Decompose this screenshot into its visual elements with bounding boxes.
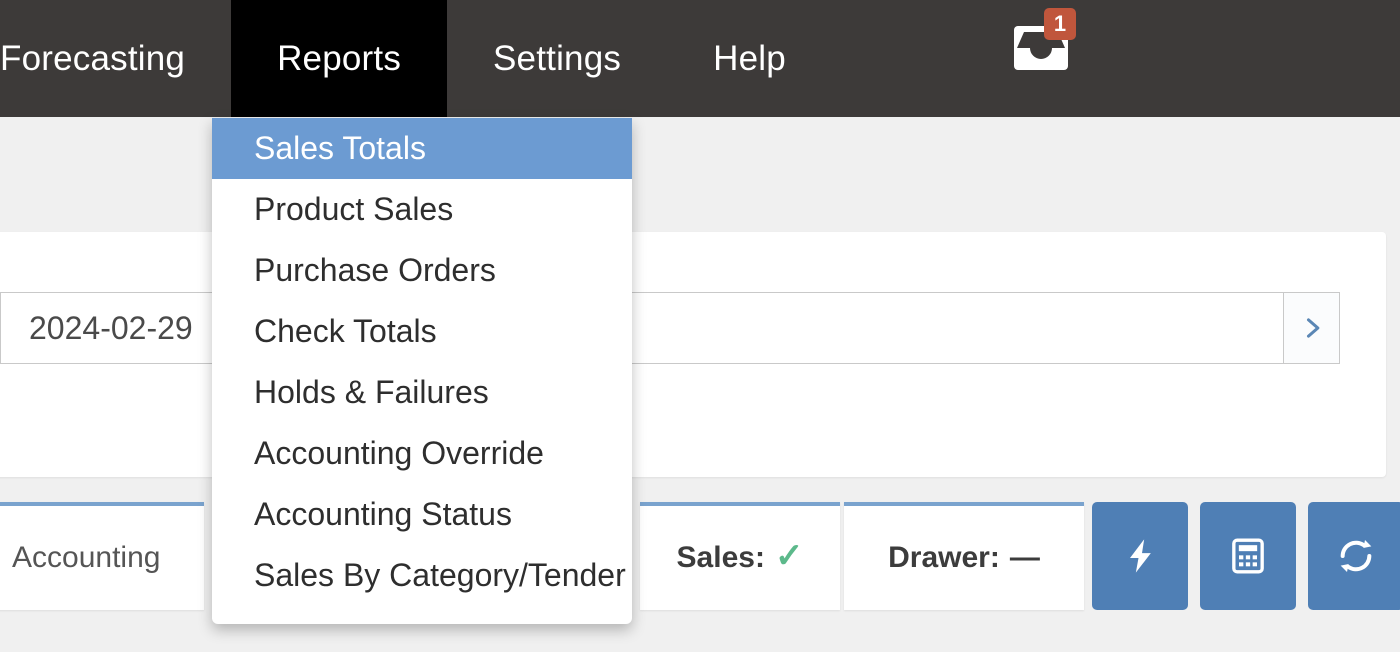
reports-dropdown-menu: Sales Totals Product Sales Purchase Orde… <box>212 118 632 624</box>
status-panel-sales-content: Sales: ✓ <box>677 541 804 575</box>
status-panel-sales-label: Sales: <box>677 541 765 575</box>
lightning-bolt-icon <box>1120 536 1160 576</box>
nav-item-label: Settings <box>493 39 621 79</box>
status-panel-drawer[interactable]: Drawer: — <box>844 502 1084 610</box>
refresh-sync-icon <box>1336 536 1376 576</box>
report-filter-card: 2024-02-29 <box>0 232 1386 477</box>
status-panel-sales[interactable]: Sales: ✓ <box>640 502 840 610</box>
nav-item-list: Forecasting Reports Settings Help <box>0 0 832 117</box>
nav-item-forecasting[interactable]: Forecasting <box>0 0 231 117</box>
menu-item-label: Accounting Status <box>254 496 512 533</box>
bottom-status-bar: Accounting Sales: ✓ Drawer: — <box>0 502 1400 652</box>
status-panel-drawer-content: Drawer: — <box>888 541 1040 575</box>
status-panel-drawer-label: Drawer: <box>888 541 1000 575</box>
menu-item-sales-totals[interactable]: Sales Totals <box>212 118 632 179</box>
check-icon: ✓ <box>775 539 804 573</box>
sync-button[interactable] <box>1308 502 1400 610</box>
page-content-area: 2024-02-29 Accounting Sales: ✓ Drawer: <box>0 117 1400 652</box>
date-next-button[interactable] <box>1284 292 1340 364</box>
date-selector-row: 2024-02-29 <box>0 292 1340 364</box>
menu-item-label: Purchase Orders <box>254 252 496 289</box>
menu-item-sales-by-category-tender[interactable]: Sales By Category/Tender <box>212 545 632 606</box>
menu-item-accounting-status[interactable]: Accounting Status <box>212 484 632 545</box>
menu-item-label: Sales By Category/Tender <box>254 557 626 594</box>
menu-item-check-totals[interactable]: Check Totals <box>212 301 632 362</box>
calculator-icon <box>1228 536 1268 576</box>
nav-item-reports[interactable]: Reports <box>231 0 447 117</box>
quick-action-button[interactable] <box>1092 502 1188 610</box>
nav-item-label: Reports <box>277 39 401 79</box>
nav-item-settings[interactable]: Settings <box>447 0 667 117</box>
menu-item-label: Holds & Failures <box>254 374 489 411</box>
menu-item-label: Accounting Override <box>254 435 544 472</box>
menu-item-label: Check Totals <box>254 313 437 350</box>
chevron-right-icon <box>1298 314 1326 342</box>
menu-item-label: Sales Totals <box>254 130 426 167</box>
nav-item-label: Help <box>713 39 786 79</box>
dash-icon: — <box>1010 541 1040 575</box>
inbox-button[interactable]: 1 <box>1006 8 1080 78</box>
nav-item-label: Forecasting <box>0 39 185 79</box>
menu-item-purchase-orders[interactable]: Purchase Orders <box>212 240 632 301</box>
nav-item-help[interactable]: Help <box>667 0 832 117</box>
menu-item-product-sales[interactable]: Product Sales <box>212 179 632 240</box>
status-panel-accounting-label: Accounting <box>12 541 160 575</box>
menu-item-label: Product Sales <box>254 191 453 228</box>
calculator-button[interactable] <box>1200 502 1296 610</box>
status-panel-accounting[interactable]: Accounting <box>0 502 204 610</box>
date-input[interactable]: 2024-02-29 <box>0 292 1284 364</box>
top-navigation-bar: Forecasting Reports Settings Help 1 <box>0 0 1400 117</box>
menu-item-accounting-override[interactable]: Accounting Override <box>212 423 632 484</box>
menu-item-holds-and-failures[interactable]: Holds & Failures <box>212 362 632 423</box>
inbox-badge-count: 1 <box>1044 8 1076 40</box>
